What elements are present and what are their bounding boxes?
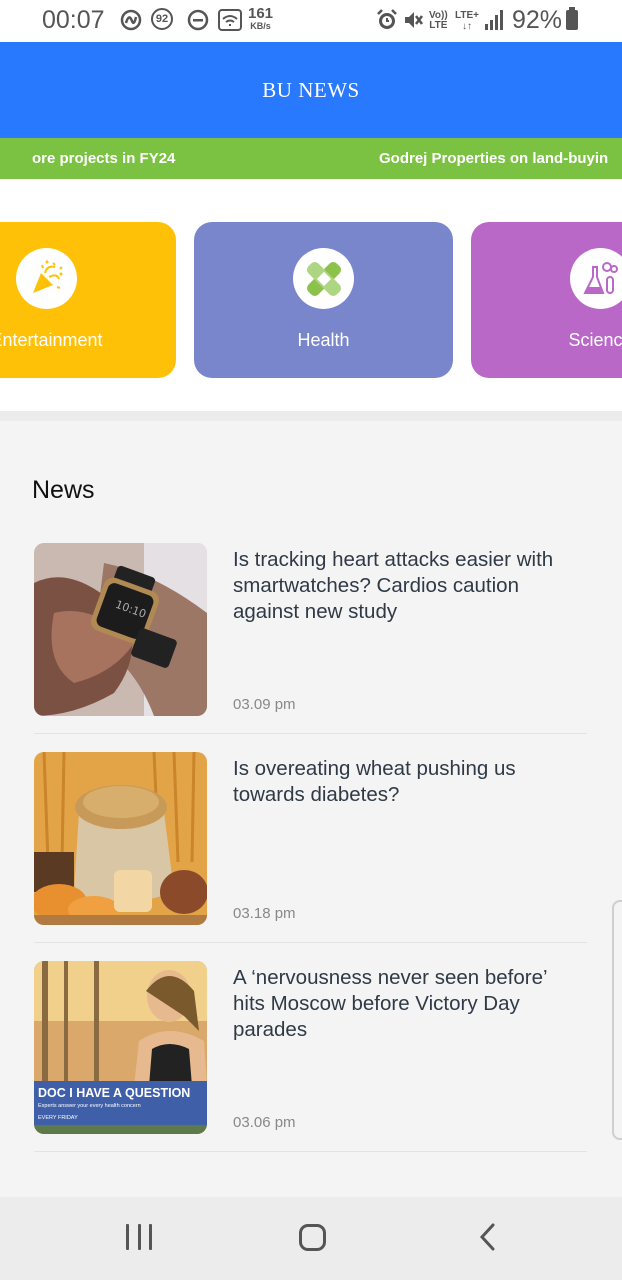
category-card-health[interactable]: Health bbox=[194, 222, 453, 378]
lte-plus-label: LTE+ bbox=[455, 10, 479, 21]
news-section-title: News bbox=[32, 476, 95, 504]
banner-title: DOC I HAVE A QUESTION bbox=[38, 1086, 190, 1100]
list-divider bbox=[34, 733, 587, 734]
bandage-icon bbox=[293, 248, 354, 309]
news-thumbnail[interactable]: 10:10 bbox=[34, 543, 207, 716]
news-headline[interactable]: Is tracking heart attacks easier with sm… bbox=[233, 547, 578, 625]
system-nav-bar bbox=[0, 1197, 622, 1280]
back-icon bbox=[479, 1223, 495, 1251]
alarm-icon bbox=[376, 8, 398, 32]
category-label: Entertainment bbox=[0, 330, 103, 350]
recent-apps-icon-bar bbox=[149, 1224, 152, 1250]
news-list-item[interactable]: 10:10 Is tracking heart attacks easier w… bbox=[34, 543, 587, 753]
category-card-entertainment[interactable]: Entertainment bbox=[0, 222, 176, 378]
status-time: 00:07 bbox=[42, 6, 105, 34]
news-thumbnail[interactable] bbox=[34, 752, 207, 925]
net-speed-value: 161 bbox=[248, 4, 274, 22]
section-divider bbox=[0, 411, 622, 421]
category-carousel[interactable]: Entertainment Health Science bbox=[0, 179, 622, 411]
ticker-item[interactable]: ore projects in FY24 bbox=[32, 150, 175, 167]
banner-footer: EVERY FRIDAY bbox=[38, 1115, 78, 1121]
category-label: Science bbox=[568, 330, 622, 350]
news-headline[interactable]: A ‘nervousness never seen before’ hits M… bbox=[233, 965, 578, 1043]
recent-apps-icon bbox=[126, 1224, 129, 1250]
network-speed: 161 KB/s bbox=[248, 4, 274, 31]
ticker-item[interactable]: Godrej Properties on land-buyin bbox=[379, 150, 608, 167]
news-ticker[interactable]: ore projects in FY24 Godrej Properties o… bbox=[0, 138, 622, 179]
app-title: BU NEWS bbox=[262, 77, 360, 102]
lte-indicator: LTE+ ↓↑ bbox=[455, 9, 479, 33]
app-bar: BU NEWS bbox=[0, 42, 622, 138]
volte-bottom: LTE bbox=[429, 20, 448, 31]
home-button[interactable] bbox=[299, 1224, 326, 1251]
news-time: 03.18 pm bbox=[233, 905, 296, 922]
recent-apps-icon-bar bbox=[137, 1224, 141, 1250]
news-time: 03.06 pm bbox=[233, 1114, 296, 1131]
battery-icon bbox=[566, 7, 578, 30]
volte-indicator: Vo)) LTE bbox=[429, 9, 448, 33]
category-card-science[interactable]: Science bbox=[471, 222, 622, 378]
net-speed-unit: KB/s bbox=[250, 20, 271, 31]
party-popper-icon bbox=[16, 248, 77, 309]
sync-icon bbox=[120, 8, 142, 32]
news-time: 03.09 pm bbox=[233, 696, 296, 713]
do-not-disturb-icon bbox=[187, 8, 209, 32]
notification-count-badge: 92 bbox=[151, 8, 173, 30]
mute-icon bbox=[402, 8, 424, 32]
flask-icon bbox=[570, 248, 622, 309]
category-label: Health bbox=[297, 330, 350, 350]
status-bar: 00:07 92 161 KB/s Vo)) LTE LTE+ ↓↑ 92% bbox=[0, 0, 622, 42]
recent-apps-button[interactable] bbox=[126, 1224, 152, 1250]
data-arrows-icon: ↓↑ bbox=[461, 21, 472, 32]
signal-icon bbox=[484, 8, 504, 32]
list-divider bbox=[34, 1151, 587, 1152]
banner-subtitle: Experts answer your every health concern bbox=[38, 1103, 141, 1109]
list-divider bbox=[34, 942, 587, 943]
edge-panel-handle[interactable] bbox=[612, 900, 622, 1140]
news-headline[interactable]: Is overeating wheat pushing us towards d… bbox=[233, 756, 578, 808]
news-thumbnail[interactable]: DOC I HAVE A QUESTION Experts answer you… bbox=[34, 961, 207, 1134]
back-button[interactable] bbox=[476, 1223, 500, 1251]
news-list-item[interactable]: Is overeating wheat pushing us towards d… bbox=[34, 752, 587, 962]
wifi-icon bbox=[218, 8, 242, 32]
battery-percent: 92% bbox=[512, 6, 563, 34]
news-list-item[interactable]: DOC I HAVE A QUESTION Experts answer you… bbox=[34, 961, 587, 1171]
